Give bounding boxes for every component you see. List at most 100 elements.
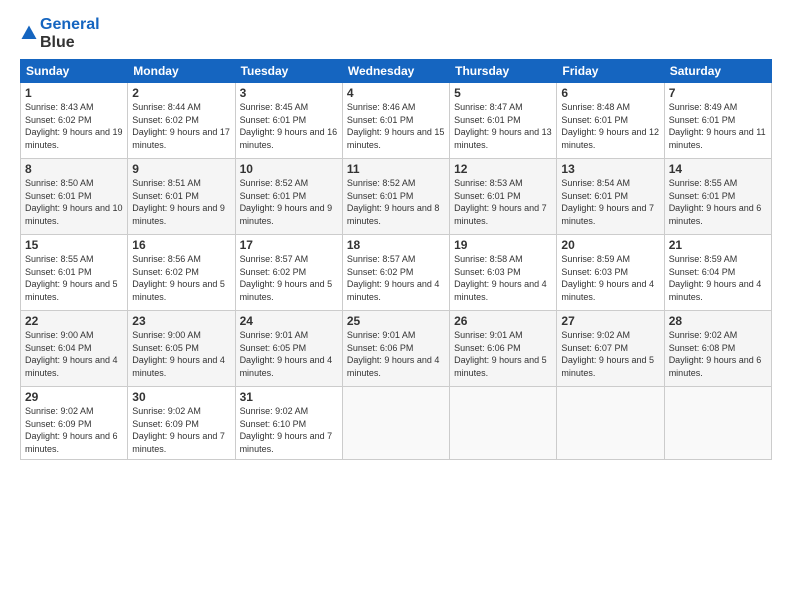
calendar-cell: 1 Sunrise: 8:43 AM Sunset: 6:02 PM Dayli… xyxy=(21,83,128,159)
sunrise-label: Sunrise: 8:52 AM xyxy=(347,178,416,188)
calendar-week-row: 29 Sunrise: 9:02 AM Sunset: 6:09 PM Dayl… xyxy=(21,387,772,459)
sunset-label: Sunset: 6:01 PM xyxy=(347,115,414,125)
calendar-cell: 17 Sunrise: 8:57 AM Sunset: 6:02 PM Dayl… xyxy=(235,235,342,311)
sunset-label: Sunset: 6:02 PM xyxy=(132,115,199,125)
calendar-cell: 21 Sunrise: 8:59 AM Sunset: 6:04 PM Dayl… xyxy=(664,235,771,311)
day-number: 31 xyxy=(240,390,338,404)
calendar-cell: 23 Sunrise: 9:00 AM Sunset: 6:05 PM Dayl… xyxy=(128,311,235,387)
daylight-label: Daylight: 9 hours and 4 minutes. xyxy=(240,355,333,378)
calendar-header-row: SundayMondayTuesdayWednesdayThursdayFrid… xyxy=(21,60,772,83)
sunset-label: Sunset: 6:02 PM xyxy=(240,267,307,277)
calendar-cell: 9 Sunrise: 8:51 AM Sunset: 6:01 PM Dayli… xyxy=(128,159,235,235)
sunset-label: Sunset: 6:01 PM xyxy=(561,115,628,125)
day-info: Sunrise: 8:57 AM Sunset: 6:02 PM Dayligh… xyxy=(240,253,338,303)
sunrise-label: Sunrise: 8:46 AM xyxy=(347,102,416,112)
day-number: 15 xyxy=(25,238,123,252)
sunrise-label: Sunrise: 8:55 AM xyxy=(25,254,94,264)
sunset-label: Sunset: 6:01 PM xyxy=(240,115,307,125)
weekday-header: Sunday xyxy=(21,60,128,83)
sunrise-label: Sunrise: 8:50 AM xyxy=(25,178,94,188)
sunrise-label: Sunrise: 9:01 AM xyxy=(454,330,523,340)
daylight-label: Daylight: 9 hours and 15 minutes. xyxy=(347,127,445,150)
sunrise-label: Sunrise: 8:59 AM xyxy=(561,254,630,264)
calendar-cell: 28 Sunrise: 9:02 AM Sunset: 6:08 PM Dayl… xyxy=(664,311,771,387)
day-info: Sunrise: 8:50 AM Sunset: 6:01 PM Dayligh… xyxy=(25,177,123,227)
sunset-label: Sunset: 6:08 PM xyxy=(669,343,736,353)
calendar-cell: 2 Sunrise: 8:44 AM Sunset: 6:02 PM Dayli… xyxy=(128,83,235,159)
day-info: Sunrise: 9:02 AM Sunset: 6:09 PM Dayligh… xyxy=(25,405,123,455)
daylight-label: Daylight: 9 hours and 4 minutes. xyxy=(347,279,440,302)
sunrise-label: Sunrise: 8:43 AM xyxy=(25,102,94,112)
sunset-label: Sunset: 6:02 PM xyxy=(25,115,92,125)
calendar-cell: 8 Sunrise: 8:50 AM Sunset: 6:01 PM Dayli… xyxy=(21,159,128,235)
day-number: 22 xyxy=(25,314,123,328)
sunrise-label: Sunrise: 8:58 AM xyxy=(454,254,523,264)
sunrise-label: Sunrise: 9:02 AM xyxy=(25,406,94,416)
day-info: Sunrise: 9:00 AM Sunset: 6:05 PM Dayligh… xyxy=(132,329,230,379)
sunrise-label: Sunrise: 9:01 AM xyxy=(347,330,416,340)
day-number: 7 xyxy=(669,86,767,100)
day-info: Sunrise: 8:52 AM Sunset: 6:01 PM Dayligh… xyxy=(240,177,338,227)
daylight-label: Daylight: 9 hours and 10 minutes. xyxy=(25,203,123,226)
calendar-cell: 26 Sunrise: 9:01 AM Sunset: 6:06 PM Dayl… xyxy=(450,311,557,387)
day-number: 19 xyxy=(454,238,552,252)
day-info: Sunrise: 8:52 AM Sunset: 6:01 PM Dayligh… xyxy=(347,177,445,227)
day-info: Sunrise: 8:57 AM Sunset: 6:02 PM Dayligh… xyxy=(347,253,445,303)
weekday-header: Saturday xyxy=(664,60,771,83)
sunrise-label: Sunrise: 8:53 AM xyxy=(454,178,523,188)
daylight-label: Daylight: 9 hours and 9 minutes. xyxy=(240,203,333,226)
day-info: Sunrise: 9:02 AM Sunset: 6:07 PM Dayligh… xyxy=(561,329,659,379)
sunset-label: Sunset: 6:03 PM xyxy=(561,267,628,277)
day-info: Sunrise: 8:55 AM Sunset: 6:01 PM Dayligh… xyxy=(669,177,767,227)
day-number: 17 xyxy=(240,238,338,252)
calendar-cell: 19 Sunrise: 8:58 AM Sunset: 6:03 PM Dayl… xyxy=(450,235,557,311)
daylight-label: Daylight: 9 hours and 19 minutes. xyxy=(25,127,123,150)
daylight-label: Daylight: 9 hours and 6 minutes. xyxy=(25,431,118,454)
sunrise-label: Sunrise: 8:48 AM xyxy=(561,102,630,112)
calendar-cell: 10 Sunrise: 8:52 AM Sunset: 6:01 PM Dayl… xyxy=(235,159,342,235)
sunrise-label: Sunrise: 9:02 AM xyxy=(240,406,309,416)
day-number: 29 xyxy=(25,390,123,404)
daylight-label: Daylight: 9 hours and 5 minutes. xyxy=(25,279,118,302)
calendar-cell: 4 Sunrise: 8:46 AM Sunset: 6:01 PM Dayli… xyxy=(342,83,449,159)
day-number: 16 xyxy=(132,238,230,252)
day-number: 1 xyxy=(25,86,123,100)
day-info: Sunrise: 8:46 AM Sunset: 6:01 PM Dayligh… xyxy=(347,101,445,151)
sunrise-label: Sunrise: 8:44 AM xyxy=(132,102,201,112)
calendar-cell: 5 Sunrise: 8:47 AM Sunset: 6:01 PM Dayli… xyxy=(450,83,557,159)
daylight-label: Daylight: 9 hours and 7 minutes. xyxy=(561,203,654,226)
sunrise-label: Sunrise: 8:57 AM xyxy=(347,254,416,264)
day-info: Sunrise: 8:55 AM Sunset: 6:01 PM Dayligh… xyxy=(25,253,123,303)
calendar-cell: 7 Sunrise: 8:49 AM Sunset: 6:01 PM Dayli… xyxy=(664,83,771,159)
sunset-label: Sunset: 6:09 PM xyxy=(132,419,199,429)
day-info: Sunrise: 8:56 AM Sunset: 6:02 PM Dayligh… xyxy=(132,253,230,303)
calendar-cell: 14 Sunrise: 8:55 AM Sunset: 6:01 PM Dayl… xyxy=(664,159,771,235)
sunset-label: Sunset: 6:01 PM xyxy=(25,267,92,277)
day-number: 13 xyxy=(561,162,659,176)
sunrise-label: Sunrise: 8:54 AM xyxy=(561,178,630,188)
sunset-label: Sunset: 6:04 PM xyxy=(25,343,92,353)
day-info: Sunrise: 8:48 AM Sunset: 6:01 PM Dayligh… xyxy=(561,101,659,151)
sunset-label: Sunset: 6:02 PM xyxy=(132,267,199,277)
sunset-label: Sunset: 6:01 PM xyxy=(561,191,628,201)
calendar-cell: 25 Sunrise: 9:01 AM Sunset: 6:06 PM Dayl… xyxy=(342,311,449,387)
calendar-cell: 18 Sunrise: 8:57 AM Sunset: 6:02 PM Dayl… xyxy=(342,235,449,311)
day-number: 28 xyxy=(669,314,767,328)
header: GeneralBlue xyxy=(20,16,772,51)
sunset-label: Sunset: 6:04 PM xyxy=(669,267,736,277)
sunset-label: Sunset: 6:01 PM xyxy=(240,191,307,201)
sunrise-label: Sunrise: 9:00 AM xyxy=(132,330,201,340)
daylight-label: Daylight: 9 hours and 5 minutes. xyxy=(454,355,547,378)
calendar-cell: 31 Sunrise: 9:02 AM Sunset: 6:10 PM Dayl… xyxy=(235,387,342,459)
day-info: Sunrise: 8:44 AM Sunset: 6:02 PM Dayligh… xyxy=(132,101,230,151)
day-number: 8 xyxy=(25,162,123,176)
calendar-cell: 3 Sunrise: 8:45 AM Sunset: 6:01 PM Dayli… xyxy=(235,83,342,159)
daylight-label: Daylight: 9 hours and 4 minutes. xyxy=(132,355,225,378)
day-info: Sunrise: 8:49 AM Sunset: 6:01 PM Dayligh… xyxy=(669,101,767,151)
daylight-label: Daylight: 9 hours and 8 minutes. xyxy=(347,203,440,226)
daylight-label: Daylight: 9 hours and 5 minutes. xyxy=(240,279,333,302)
calendar-cell: 13 Sunrise: 8:54 AM Sunset: 6:01 PM Dayl… xyxy=(557,159,664,235)
sunset-label: Sunset: 6:01 PM xyxy=(454,191,521,201)
day-info: Sunrise: 8:54 AM Sunset: 6:01 PM Dayligh… xyxy=(561,177,659,227)
sunset-label: Sunset: 6:01 PM xyxy=(669,191,736,201)
